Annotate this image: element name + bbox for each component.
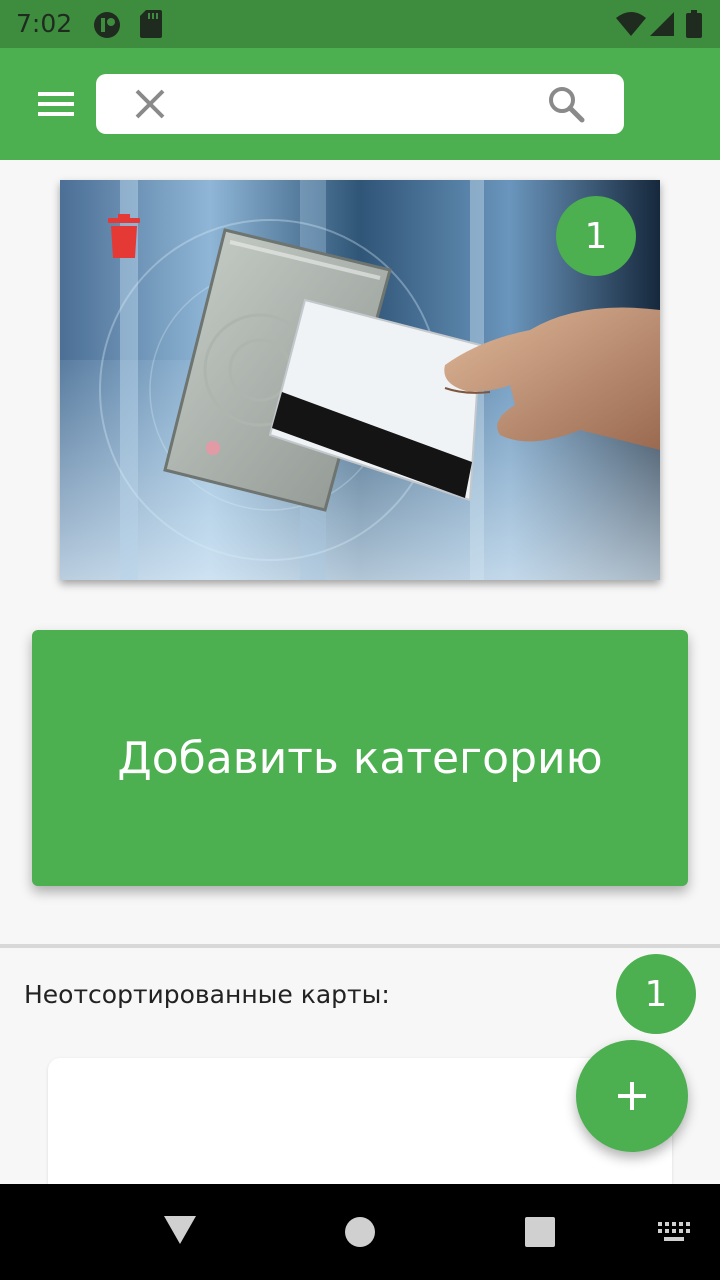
trash-icon	[108, 214, 140, 258]
home-circle-icon	[345, 1217, 375, 1247]
close-icon	[135, 89, 165, 119]
search-box	[96, 74, 624, 134]
delete-category-button[interactable]	[104, 212, 144, 260]
keyboard-icon	[658, 1222, 690, 1241]
status-bar: 7:02	[0, 0, 720, 48]
home-button[interactable]	[344, 1216, 376, 1252]
category-card[interactable]: 1	[60, 180, 660, 580]
clock-app-icon	[92, 10, 122, 44]
search-button[interactable]	[546, 84, 586, 124]
sd-card-icon	[140, 10, 162, 42]
menu-button[interactable]	[32, 86, 80, 122]
clear-search-button[interactable]	[132, 86, 168, 122]
add-category-label: Добавить категорию	[117, 732, 603, 784]
keyboard-switch-button[interactable]	[658, 1222, 690, 1248]
add-category-button[interactable]: Добавить категорию	[32, 630, 688, 886]
category-count-badge: 1	[556, 196, 636, 276]
section-divider	[0, 944, 720, 948]
plus-icon	[618, 1082, 646, 1110]
wifi-icon	[616, 12, 646, 40]
search-icon	[549, 87, 585, 123]
recents-button[interactable]	[524, 1216, 556, 1252]
battery-icon	[686, 10, 702, 42]
app-bar	[0, 48, 720, 160]
unsorted-cards-label: Неотсортированные карты:	[24, 980, 390, 1009]
status-time: 7:02	[16, 9, 73, 38]
navigation-bar	[0, 1184, 720, 1280]
hamburger-menu-icon	[38, 92, 74, 96]
search-input[interactable]	[196, 84, 526, 124]
recents-square-icon	[525, 1217, 555, 1247]
signal-icon	[650, 12, 674, 40]
back-triangle-icon	[164, 1216, 196, 1244]
unsorted-count-badge: 1	[616, 954, 696, 1034]
add-card-fab[interactable]	[576, 1040, 688, 1152]
back-button[interactable]	[162, 1214, 198, 1250]
